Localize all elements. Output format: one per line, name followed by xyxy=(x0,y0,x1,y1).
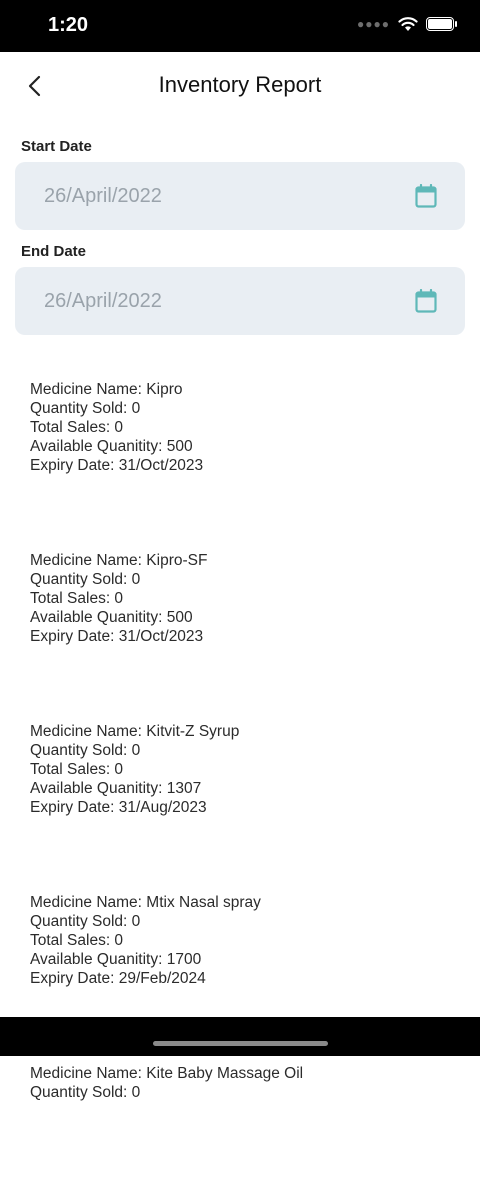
medicine-name: Medicine Name: Kitvit-Z Syrup xyxy=(30,723,240,740)
expiry-date: Expiry Date: 31/Oct/2023 xyxy=(30,628,204,645)
list-item: Medicine Name: Kitvit-Z Syrup Quantity S… xyxy=(30,722,460,817)
signal-icon: ●●●● xyxy=(357,17,390,31)
expiry-date: Expiry Date: 31/Aug/2023 xyxy=(30,799,207,816)
medicine-name: Medicine Name: Mtix Nasal spray xyxy=(30,894,261,911)
total-sales: Total Sales: 0 xyxy=(30,419,124,436)
available-quantity: Available Quanitity: 1307 xyxy=(30,780,202,797)
medicine-name: Medicine Name: Kite Baby Massage Oil xyxy=(30,1065,304,1082)
page-title: Inventory Report xyxy=(158,72,322,97)
calendar-icon[interactable] xyxy=(415,289,437,313)
home-indicator[interactable] xyxy=(153,1041,328,1046)
end-date-label: End Date xyxy=(21,243,87,260)
status-bar: 1:20 ●●●● xyxy=(0,0,480,52)
end-date-field[interactable]: 26/April/2022 xyxy=(15,267,465,335)
medicine-name: Medicine Name: Kipro-SF xyxy=(30,552,208,569)
quantity-sold: Quantity Sold: 0 xyxy=(30,400,141,417)
start-date-label: Start Date xyxy=(21,138,92,155)
end-date-value: 26/April/2022 xyxy=(44,289,162,312)
available-quantity: Available Quanitity: 1700 xyxy=(30,951,202,968)
list-item: Medicine Name: Kite Baby Massage Oil Qua… xyxy=(30,1064,460,1102)
quantity-sold: Quantity Sold: 0 xyxy=(30,1084,141,1101)
start-date-value: 26/April/2022 xyxy=(44,184,162,207)
total-sales: Total Sales: 0 xyxy=(30,932,124,949)
total-sales: Total Sales: 0 xyxy=(30,590,124,607)
list-item: Medicine Name: Kipro-SF Quantity Sold: 0… xyxy=(30,551,460,646)
app-header: Inventory Report xyxy=(0,52,480,120)
list-item: Medicine Name: Mtix Nasal spray Quantity… xyxy=(30,893,460,988)
available-quantity: Available Quanitity: 500 xyxy=(30,438,193,455)
home-bar-area xyxy=(0,1017,480,1056)
medicine-name: Medicine Name: Kipro xyxy=(30,381,183,398)
inventory-list: Medicine Name: Kipro Quantity Sold: 0 To… xyxy=(30,380,460,1178)
total-sales: Total Sales: 0 xyxy=(30,761,124,778)
start-date-field[interactable]: 26/April/2022 xyxy=(15,162,465,230)
status-time: 1:20 xyxy=(48,14,89,36)
wifi-icon xyxy=(398,17,418,31)
quantity-sold: Quantity Sold: 0 xyxy=(30,913,141,930)
calendar-icon[interactable] xyxy=(415,184,437,208)
quantity-sold: Quantity Sold: 0 xyxy=(30,571,141,588)
available-quantity: Available Quanitity: 500 xyxy=(30,609,193,626)
quantity-sold: Quantity Sold: 0 xyxy=(30,742,141,759)
expiry-date: Expiry Date: 29/Feb/2024 xyxy=(30,970,206,987)
battery-icon xyxy=(426,17,457,31)
expiry-date: Expiry Date: 31/Oct/2023 xyxy=(30,457,204,474)
status-icons: ●●●● xyxy=(357,16,457,32)
list-item: Medicine Name: Kipro Quantity Sold: 0 To… xyxy=(30,380,460,475)
